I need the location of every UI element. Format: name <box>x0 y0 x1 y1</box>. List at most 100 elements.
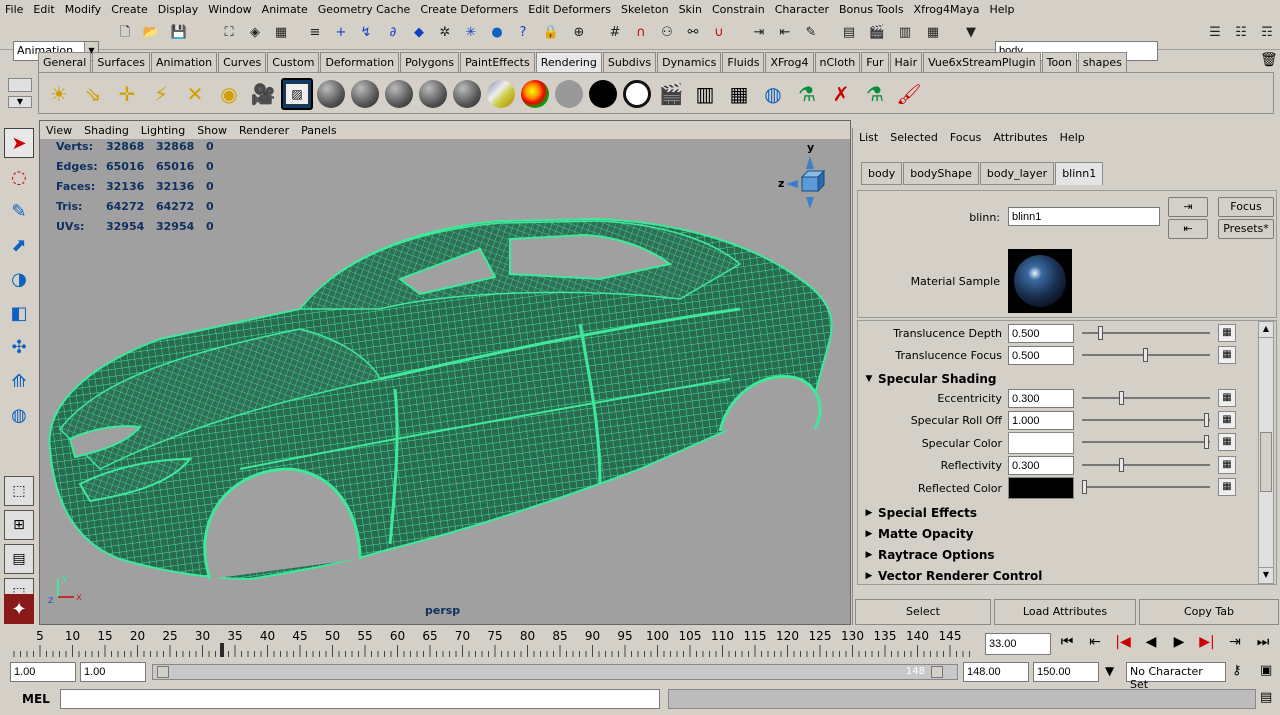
volume-light-icon[interactable]: ◉ <box>213 78 245 110</box>
ipr-render-icon[interactable]: ▥ <box>896 24 914 42</box>
vp-menu-show[interactable]: Show <box>191 124 233 137</box>
ae-menu-attributes[interactable]: Attributes <box>987 131 1053 144</box>
range-slider[interactable]: 148 <box>152 664 958 680</box>
shelf-tab[interactable]: Hair <box>889 52 923 72</box>
tab-blinn1[interactable]: blinn1 <box>1055 162 1104 185</box>
phonge-material-icon[interactable] <box>417 78 449 110</box>
time-ruler[interactable]: 5 10 15 20 25 30 35 40 45 50 55 60 65 70 75 80 85 90 95 100… <box>0 627 980 659</box>
output-connections-button[interactable]: ⇤ <box>1168 219 1208 239</box>
new-scene-icon[interactable]: 🗋 <box>116 24 134 42</box>
paint-select-icon[interactable]: ✎ <box>4 196 34 226</box>
step-forward-frame-icon[interactable]: ▶| <box>1196 634 1218 650</box>
reflected-color-swatch[interactable] <box>1008 477 1074 499</box>
spot-light-icon[interactable]: ⚡ <box>145 78 177 110</box>
render-view-icon[interactable]: ▤ <box>840 24 858 42</box>
translucence-depth-slider[interactable] <box>1082 326 1210 340</box>
current-time-field[interactable] <box>985 633 1051 655</box>
shelf-tab[interactable]: Dynamics <box>657 52 722 72</box>
character-set-field[interactable]: No Character Set <box>1126 662 1226 691</box>
map-button-icon[interactable]: ▦ <box>1218 411 1236 429</box>
go-to-end-icon[interactable]: ⏭ <box>1252 634 1274 650</box>
shelf-tab[interactable]: Subdivs <box>602 52 657 72</box>
presets-button[interactable]: Presets* <box>1218 219 1274 239</box>
lambert-material-icon[interactable] <box>315 78 347 110</box>
go-to-start-icon[interactable]: ⏮ <box>1056 634 1078 650</box>
step-forward-key-icon[interactable]: ⇥ <box>1224 634 1246 650</box>
render-current-frame-icon[interactable]: 🎬 <box>655 78 687 110</box>
anisotropic-material-icon[interactable] <box>451 78 483 110</box>
animation-prefs-icon[interactable]: ▣ <box>1260 663 1272 678</box>
shelf-tab[interactable]: nCloth <box>814 52 861 72</box>
scroll-down-icon[interactable]: ▼ <box>1259 567 1273 583</box>
shelf-tab[interactable]: Fur <box>861 52 889 72</box>
wireframe-render-icon[interactable]: ⊕ <box>570 24 588 42</box>
surface-shader-icon[interactable] <box>587 78 619 110</box>
shelf-tab[interactable]: Custom <box>267 52 320 72</box>
area-light-icon[interactable]: ✕ <box>179 78 211 110</box>
render-icon[interactable]: 🎬 <box>868 24 886 42</box>
shelf-tab-active[interactable]: Rendering <box>535 52 602 72</box>
command-language-label[interactable]: MEL <box>22 692 50 706</box>
select-component-icon[interactable]: ▦ <box>272 24 290 42</box>
show-manipulator-icon[interactable]: ◍ <box>4 400 34 430</box>
raytrace-options-section[interactable]: ▶ Raytrace Options <box>860 545 1260 564</box>
select-object-icon[interactable]: ◈ <box>246 24 264 42</box>
range-start-handle[interactable] <box>157 666 169 678</box>
key-icon[interactable]: ⚷ <box>1232 663 1242 678</box>
rotate-tool-icon[interactable]: ◑ <box>4 264 34 294</box>
tab-bodyshape[interactable]: bodyShape <box>903 162 979 185</box>
directional-light-icon[interactable]: ⇘ <box>77 78 109 110</box>
scroll-up-icon[interactable]: ▲ <box>1259 322 1273 338</box>
construction-history-icon[interactable]: ✳ <box>462 24 480 42</box>
edit-icon[interactable]: ✎ <box>802 24 820 42</box>
input-connection-icon[interactable]: ⇥ <box>750 24 768 42</box>
car-wireframe-model[interactable] <box>40 139 850 607</box>
special-effects-section[interactable]: ▶ Special Effects <box>860 503 1260 522</box>
scale-tool-icon[interactable]: ◧ <box>4 298 34 328</box>
shelf-tab[interactable]: PaintEffects <box>460 52 535 72</box>
make-live-icon[interactable]: ✲ <box>436 24 454 42</box>
use-background-icon[interactable] <box>621 78 653 110</box>
point-light-icon[interactable]: ✛ <box>111 78 143 110</box>
ramp-shader-icon[interactable] <box>519 78 551 110</box>
map-button-icon[interactable]: ▦ <box>1218 389 1236 407</box>
menu-edit-deformers[interactable]: Edit Deformers <box>523 3 616 16</box>
shelf-menu-icon[interactable]: ▼ <box>8 76 36 110</box>
layered-shader-icon[interactable] <box>485 78 517 110</box>
specular-color-slider[interactable] <box>1082 435 1210 449</box>
step-back-key-icon[interactable]: ⇤ <box>1084 634 1106 650</box>
menu-bonus-tools[interactable]: Bonus Tools <box>834 3 909 16</box>
menu-modify[interactable]: Modify <box>60 3 106 16</box>
snap-together-icon[interactable]: ⚇ <box>658 24 676 42</box>
outliner-layout-icon[interactable]: ▤ <box>4 544 34 574</box>
playback-start-field[interactable] <box>80 662 146 682</box>
menu-constrain[interactable]: Constrain <box>707 3 770 16</box>
select-tool-icon[interactable]: ➤ <box>4 128 34 158</box>
mixed-flask-icon[interactable]: ⚗ <box>859 78 891 110</box>
ae-menu-focus[interactable]: Focus <box>944 131 987 144</box>
ae-scrollbar[interactable]: ▲ ▼ <box>1258 321 1274 584</box>
playback-end-field[interactable] <box>963 662 1029 682</box>
input-connections-button[interactable]: ⇥ <box>1168 197 1208 217</box>
attribute-editor-toggle-icon[interactable]: ☰ <box>1206 24 1224 42</box>
menu-display[interactable]: Display <box>153 3 204 16</box>
map-button-icon[interactable]: ▦ <box>1218 478 1236 496</box>
snap-point-icon[interactable]: ∂ <box>384 24 402 42</box>
animation-end-field[interactable] <box>1033 662 1099 682</box>
menu-skin[interactable]: Skin <box>674 3 707 16</box>
channel-box-toggle-icon[interactable]: ☶ <box>1258 24 1276 42</box>
batch-render-icon[interactable]: ◍ <box>757 78 789 110</box>
menu-xfrog4maya[interactable]: Xfrog4Maya <box>909 3 985 16</box>
play-forwards-icon[interactable]: ▶ <box>1168 634 1190 650</box>
shading-map-icon[interactable] <box>553 78 585 110</box>
map-button-icon[interactable]: ▦ <box>1218 346 1236 364</box>
vp-menu-view[interactable]: View <box>40 124 78 137</box>
animation-start-field[interactable] <box>10 662 76 682</box>
trash-icon[interactable]: 🗑 <box>1260 52 1278 68</box>
shelf-tab[interactable]: General <box>38 52 92 72</box>
paint-brush-icon[interactable]: 🖌 <box>893 78 925 110</box>
specular-shading-section[interactable]: ▼ Specular Shading <box>860 369 1260 388</box>
shelf-tab[interactable]: Deformation <box>320 52 400 72</box>
ipr-render-current-icon[interactable]: ▥ <box>689 78 721 110</box>
grid-icon[interactable]: # <box>606 24 624 42</box>
